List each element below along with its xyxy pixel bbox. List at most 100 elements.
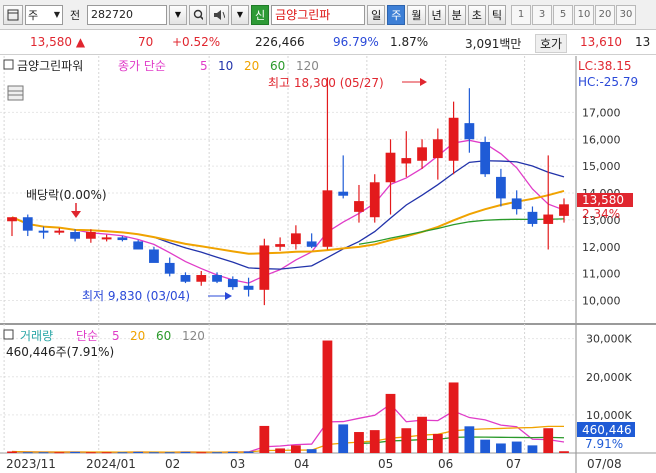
chart-svg[interactable]: 17,00016,00015,00014,00013,00012,00011,0… xyxy=(0,56,656,473)
volume-bar[interactable] xyxy=(385,393,396,453)
candle-body[interactable] xyxy=(496,176,506,199)
candle-body[interactable] xyxy=(448,117,459,161)
volume-bar[interactable] xyxy=(85,452,96,454)
volume-bar[interactable] xyxy=(464,426,475,453)
stock-name-field[interactable]: 금양그린파 xyxy=(271,4,366,25)
candle-body[interactable] xyxy=(275,244,286,247)
interval-button-5[interactable]: 30 xyxy=(616,4,636,25)
volume-bar[interactable] xyxy=(54,452,65,454)
chevron-down-icon: ▼ xyxy=(236,10,244,19)
candle-body[interactable] xyxy=(543,214,554,224)
volume-bar[interactable] xyxy=(543,428,554,453)
volume-bar[interactable] xyxy=(243,451,254,453)
tab-period-2[interactable]: 월 xyxy=(407,4,426,25)
candle-body[interactable] xyxy=(306,241,317,247)
volume-bar[interactable] xyxy=(180,451,191,453)
volume-bar[interactable] xyxy=(306,449,317,453)
candle-body[interactable] xyxy=(259,245,270,290)
candle-body[interactable] xyxy=(149,249,159,263)
change-percent: +0.52% xyxy=(172,35,221,49)
code-dropdown-button[interactable]: ▼ xyxy=(169,4,187,25)
candle-body[interactable] xyxy=(70,232,80,239)
volume-bar[interactable] xyxy=(290,445,301,453)
candle-body[interactable] xyxy=(338,191,349,196)
candle-body[interactable] xyxy=(432,139,443,159)
candle-body[interactable] xyxy=(527,211,538,224)
candle-body[interactable] xyxy=(354,201,364,212)
volume-bar[interactable] xyxy=(511,441,522,453)
chart-area[interactable]: 17,00016,00015,00014,00013,00012,00011,0… xyxy=(0,56,656,473)
volume-bar[interactable] xyxy=(7,451,17,453)
volume-bar[interactable] xyxy=(164,452,175,454)
interval-button-0[interactable]: 1 xyxy=(511,4,531,25)
volume-bar[interactable] xyxy=(227,451,238,453)
volume-bar[interactable] xyxy=(22,452,33,454)
tab-period-4[interactable]: 분 xyxy=(447,4,466,25)
candle-body[interactable] xyxy=(133,241,144,250)
volume-bar[interactable] xyxy=(527,445,538,453)
candle-body[interactable] xyxy=(290,233,301,245)
volume-bar[interactable] xyxy=(259,425,270,453)
volume-bar[interactable] xyxy=(338,424,349,453)
candle-body[interactable] xyxy=(464,123,475,140)
volume-bar[interactable] xyxy=(417,416,427,453)
candle-body[interactable] xyxy=(369,182,380,218)
interval-button-4[interactable]: 20 xyxy=(595,4,615,25)
candle-body[interactable] xyxy=(54,230,65,233)
candle-body[interactable] xyxy=(511,198,522,210)
volume-bar[interactable] xyxy=(212,452,222,454)
candle-body[interactable] xyxy=(7,217,17,222)
candle-body[interactable] xyxy=(85,232,96,239)
volume-bar[interactable] xyxy=(401,428,412,453)
sound-button[interactable] xyxy=(209,4,229,25)
tab-period-5[interactable]: 초 xyxy=(467,4,486,25)
candle-body[interactable] xyxy=(180,275,191,282)
credit-button[interactable]: 신 xyxy=(251,4,270,25)
volume-bar[interactable] xyxy=(133,451,144,453)
candle-body[interactable] xyxy=(243,285,254,290)
volume-bar[interactable] xyxy=(559,451,569,453)
candle-body[interactable] xyxy=(22,217,33,231)
tab-period-3[interactable]: 년 xyxy=(427,4,446,25)
candle-body[interactable] xyxy=(322,190,333,247)
candle-body[interactable] xyxy=(480,141,491,175)
candle-body[interactable] xyxy=(196,275,207,282)
candle-body[interactable] xyxy=(227,279,238,288)
interval-button-1[interactable]: 3 xyxy=(532,4,552,25)
candle-body[interactable] xyxy=(164,262,175,274)
candle-body[interactable] xyxy=(559,204,569,216)
volume-bar[interactable] xyxy=(480,439,491,453)
tab-period-6[interactable]: 틱 xyxy=(487,4,506,25)
volume-bar[interactable] xyxy=(275,448,286,453)
tab-period-0[interactable]: 일 xyxy=(367,4,386,25)
tab-period-1[interactable]: 주 xyxy=(387,4,406,25)
interval-button-3[interactable]: 10 xyxy=(574,4,594,25)
volume-bar[interactable] xyxy=(432,433,443,453)
candle-body[interactable] xyxy=(401,158,412,164)
candle-body[interactable] xyxy=(212,275,222,282)
volume-bar[interactable] xyxy=(149,452,159,454)
volume-bar[interactable] xyxy=(322,340,333,453)
volume-bar[interactable] xyxy=(496,443,506,453)
volume-bar[interactable] xyxy=(101,452,112,454)
table-icon[interactable] xyxy=(7,85,24,101)
code-input[interactable]: 282720 xyxy=(87,4,167,25)
candle-body[interactable] xyxy=(38,230,49,233)
prev-arrow-button[interactable]: ▼ xyxy=(231,4,249,25)
interval-button-2[interactable]: 5 xyxy=(553,4,573,25)
volume-bar[interactable] xyxy=(369,430,380,453)
candle-body[interactable] xyxy=(101,237,112,240)
volume-bar[interactable] xyxy=(70,451,80,453)
volume-bar[interactable] xyxy=(38,452,49,454)
window-icon[interactable] xyxy=(3,4,23,25)
candle-body[interactable] xyxy=(417,147,427,161)
volume-bar[interactable] xyxy=(354,432,364,453)
time-tick-label: 07 xyxy=(506,457,521,471)
search-button[interactable] xyxy=(189,4,207,25)
candle-body[interactable] xyxy=(117,237,128,241)
type-select[interactable]: 주 ▼ xyxy=(25,4,63,25)
volume-bar[interactable] xyxy=(117,452,128,454)
volume-bar[interactable] xyxy=(196,452,207,454)
volume-bar[interactable] xyxy=(448,382,459,453)
candle-body[interactable] xyxy=(385,152,396,183)
